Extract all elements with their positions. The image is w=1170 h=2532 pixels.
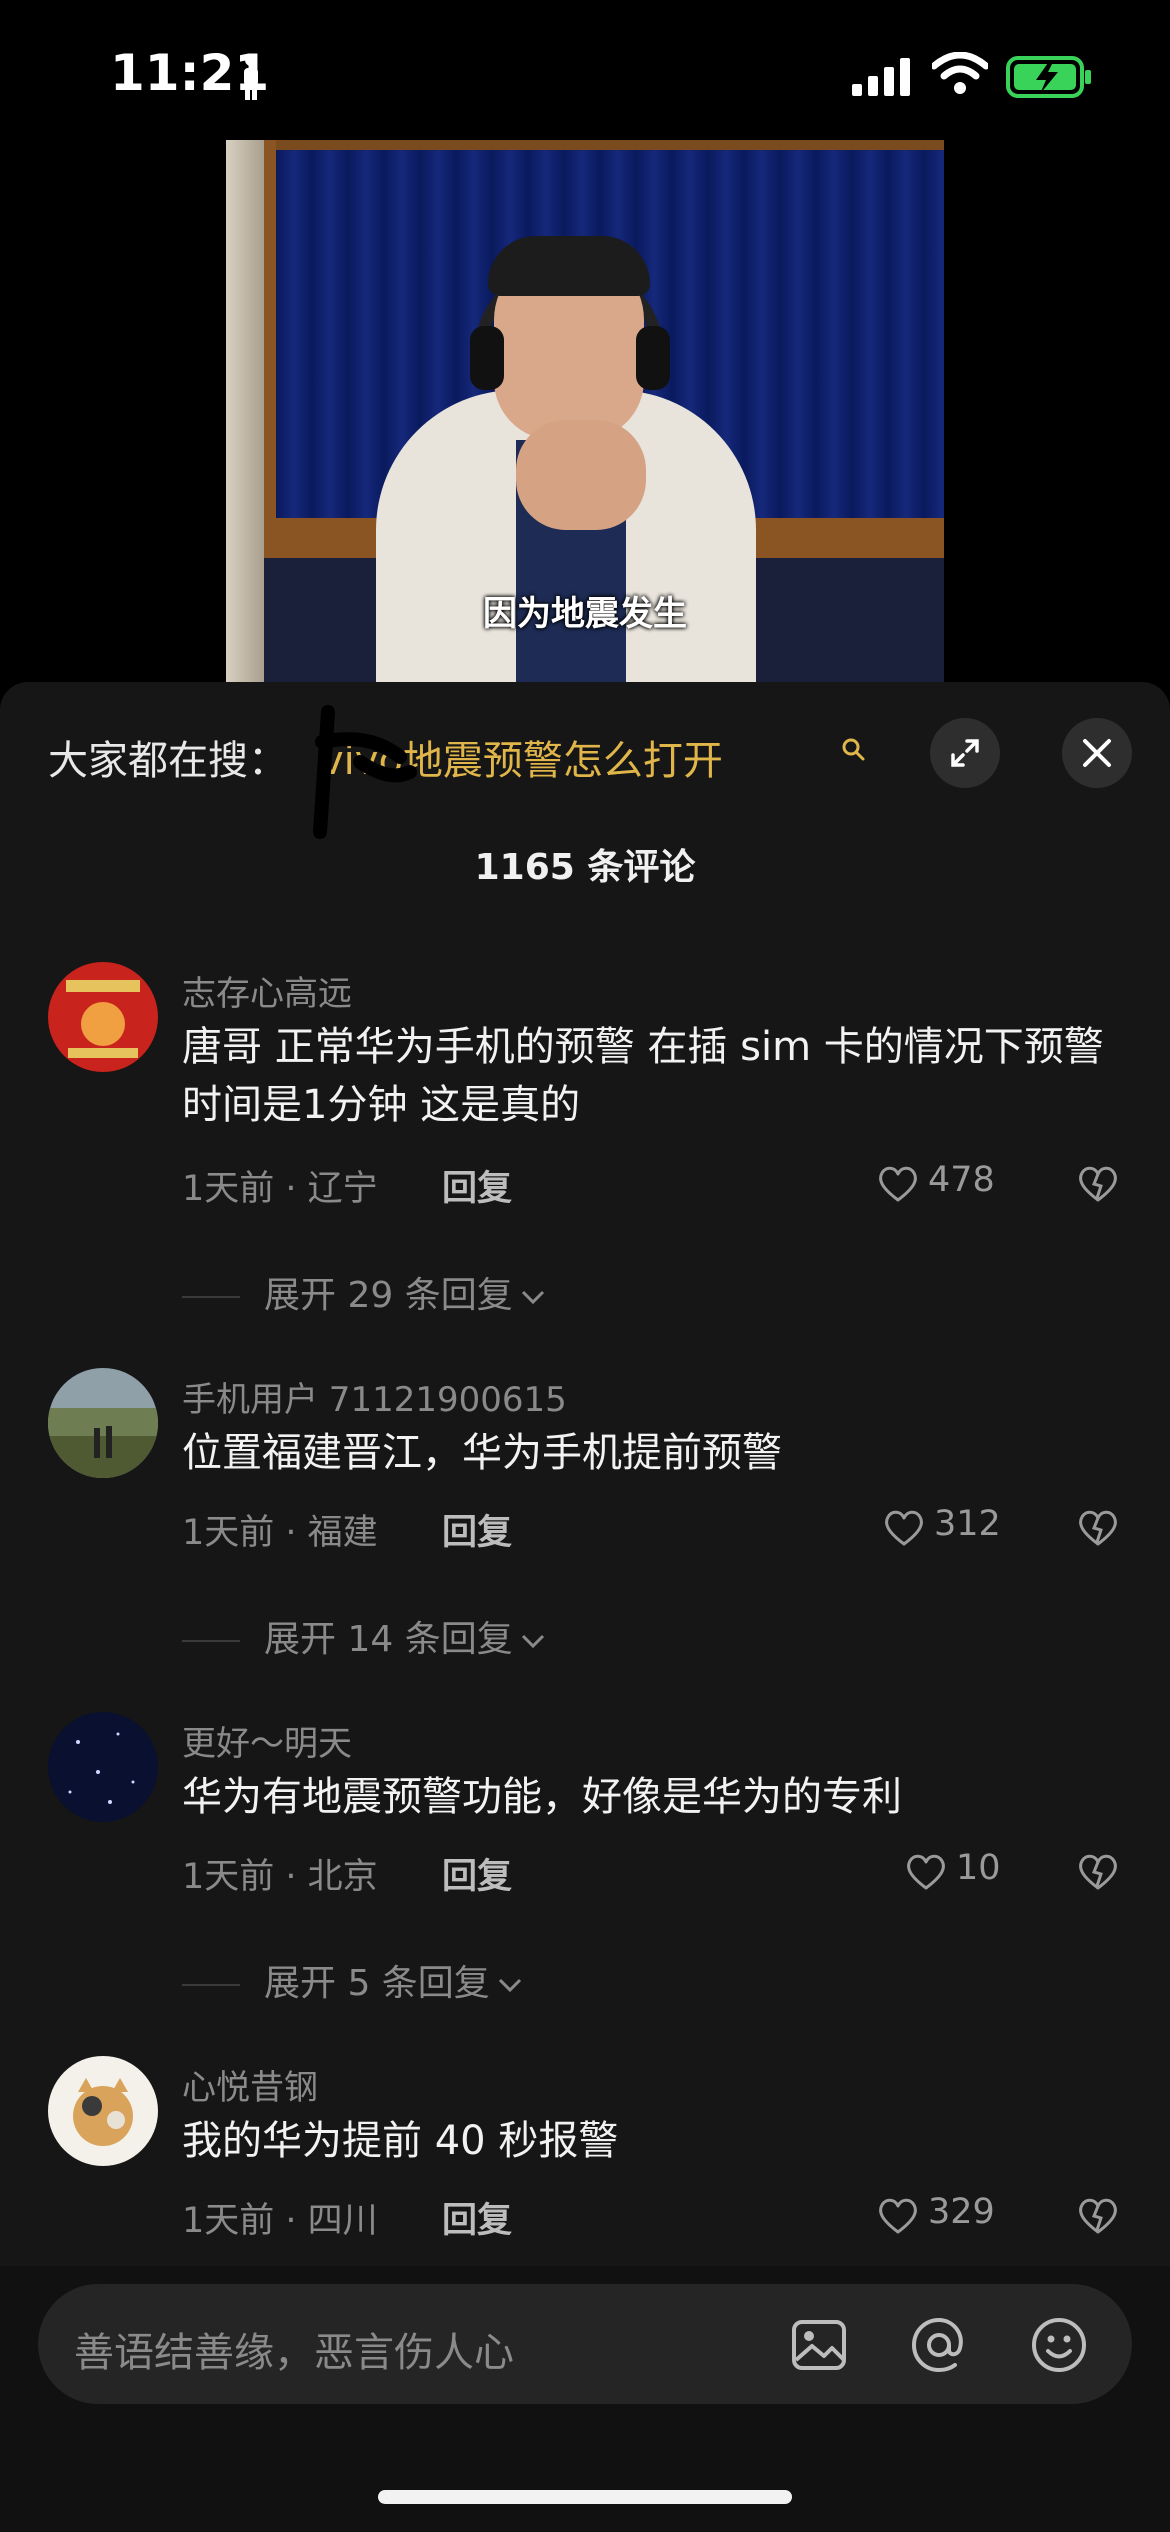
like-count: 329 — [928, 2192, 995, 2232]
trending-search[interactable]: 大家都在搜： vivo地震预警怎么打开 — [48, 722, 908, 792]
home-indicator[interactable] — [378, 2490, 792, 2504]
close-icon — [1083, 739, 1111, 767]
comment-text: 唐哥 正常华为手机的预警 在插 sim 卡的情况下预警时间是1分钟 这是真的 — [182, 1024, 1104, 1128]
video-player[interactable]: 因为地震发生 — [226, 140, 944, 682]
search-icon — [842, 738, 865, 761]
comment-text: 我的华为提前 40 秒报警 — [182, 2118, 619, 2164]
avatar[interactable] — [48, 1368, 158, 1478]
signal-icon — [852, 58, 910, 96]
like-count: 312 — [934, 1504, 1001, 1544]
heart-icon[interactable] — [882, 1508, 926, 1548]
expand-button[interactable] — [930, 718, 1000, 788]
comment-username[interactable]: 更好～明天 — [182, 1716, 352, 1765]
image-icon[interactable] — [790, 2316, 848, 2374]
chevron-down-icon — [521, 1634, 544, 1649]
dislike-icon[interactable] — [1076, 1850, 1120, 1894]
comment-username[interactable]: 志存心高远 — [182, 966, 352, 1015]
comment-meta: 1天前 · 四川 — [182, 2201, 378, 2241]
reply-button[interactable]: 回复 — [442, 1848, 512, 1899]
comment-meta: 1天前 · 北京 — [182, 1857, 378, 1897]
person-icon — [244, 54, 258, 100]
comment-input[interactable]: 善语结善缘，恶言伤人心 — [38, 2284, 1132, 2404]
at-icon[interactable] — [908, 2314, 970, 2376]
heart-icon[interactable] — [876, 1164, 920, 1204]
video-subtitle: 因为地震发生 — [483, 594, 687, 634]
status-bar: 11:21 — [0, 0, 1170, 140]
comment-meta: 1天前 · 辽宁 — [182, 1169, 378, 1209]
comment-username[interactable]: 手机用户 71121900615 — [182, 1372, 567, 1421]
trending-search-prefix: 大家都在搜： — [48, 738, 288, 784]
comment-input-placeholder: 善语结善缘，恶言伤人心 — [74, 2330, 514, 2376]
expand-replies-button[interactable]: 展开 5 条回复 — [182, 1954, 524, 2006]
battery-charging-icon — [1006, 56, 1091, 98]
comment-text: 华为有地震预警功能，好像是华为的专利 — [182, 1774, 902, 1820]
expand-replies-button[interactable]: 展开 14 条回复 — [182, 1610, 547, 1662]
dislike-icon[interactable] — [1076, 1506, 1120, 1550]
chevron-down-icon — [498, 1978, 521, 1993]
comment-count: 1165 条评论 — [474, 847, 696, 888]
wifi-icon — [932, 52, 988, 94]
like-count: 478 — [928, 1160, 995, 1200]
avatar[interactable] — [48, 962, 158, 1072]
reply-button[interactable]: 回复 — [442, 1504, 512, 1555]
emoji-icon[interactable] — [1028, 2314, 1090, 2376]
chevron-down-icon — [521, 1290, 544, 1305]
heart-icon[interactable] — [904, 1852, 948, 1892]
comment-meta: 1天前 · 福建 — [182, 1513, 378, 1553]
like-count: 10 — [956, 1848, 1001, 1888]
close-button[interactable] — [1062, 718, 1132, 788]
comments-sheet: 大家都在搜： vivo地震预警怎么打开 1165 条评论 志存心高远 唐哥 正常… — [0, 682, 1170, 2532]
comment-text: 位置福建晋江，华为手机提前预警 — [182, 1430, 782, 1476]
expand-icon — [951, 739, 979, 767]
heart-icon[interactable] — [876, 2196, 920, 2236]
reply-button[interactable]: 回复 — [442, 1160, 512, 1211]
dislike-icon[interactable] — [1076, 1162, 1120, 1206]
reply-button[interactable]: 回复 — [442, 2192, 512, 2243]
scribble-mark — [313, 705, 417, 839]
avatar[interactable] — [48, 1712, 158, 1822]
dislike-icon[interactable] — [1076, 2194, 1120, 2238]
avatar[interactable] — [48, 2056, 158, 2166]
expand-replies-button[interactable]: 展开 29 条回复 — [182, 1266, 547, 1318]
comment-username[interactable]: 心悦昔钢 — [182, 2060, 318, 2109]
